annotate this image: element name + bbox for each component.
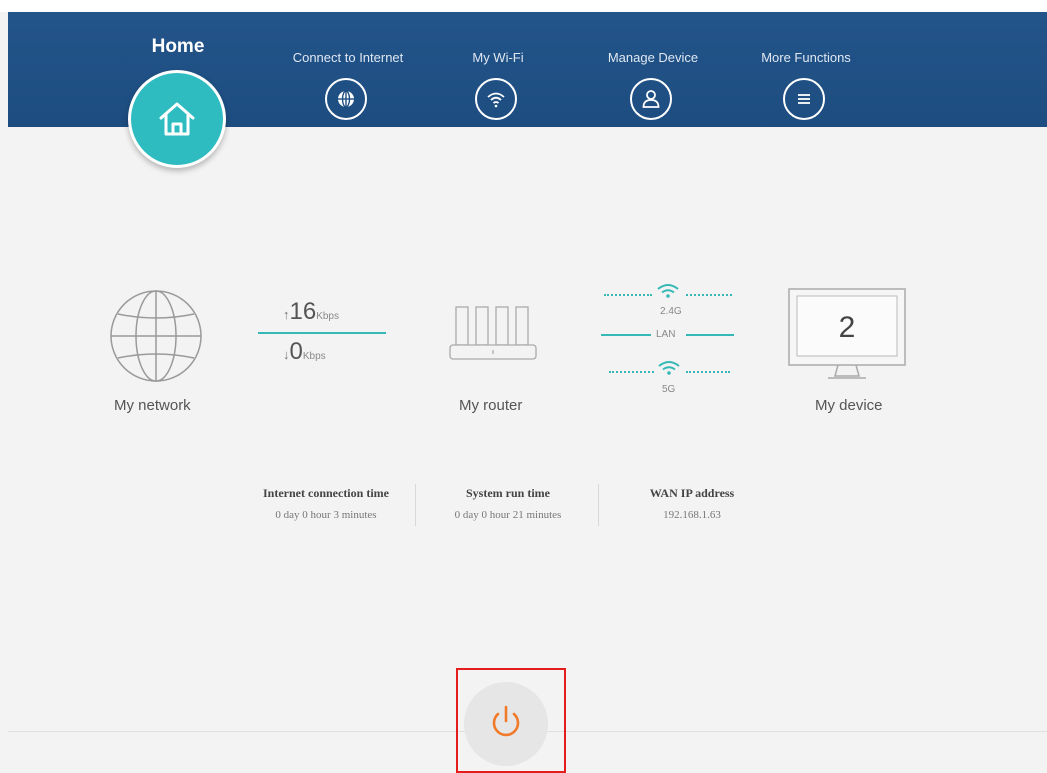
band2-label: 5G <box>662 384 676 395</box>
user-icon <box>630 78 672 120</box>
globe-icon <box>325 78 367 120</box>
nav-my-wifi[interactable]: My Wi-Fi <box>418 12 578 120</box>
nav-label: My Wi-Fi <box>472 50 524 65</box>
upload-speed: ↑16Kbps <box>283 298 339 326</box>
nav-home-button[interactable] <box>128 70 226 168</box>
top-strip <box>0 0 1047 12</box>
band1-dots-right <box>686 294 732 296</box>
upload-value: 16 <box>289 298 317 325</box>
nav-home-label: Home <box>151 36 205 57</box>
stat-internet-connection-time: Internet connection time 0 day 0 hour 3 … <box>238 486 414 521</box>
upload-unit: Kbps <box>316 311 339 322</box>
stat-system-run-time: System run time 0 day 0 hour 21 minutes <box>420 486 596 521</box>
stat-value: 0 day 0 hour 21 minutes <box>454 509 562 521</box>
my-device-label: My device <box>815 397 883 414</box>
stat-value: 192.168.1.63 <box>663 509 721 521</box>
my-network-label: My network <box>114 397 191 414</box>
lan-label: LAN <box>656 329 676 340</box>
download-value: 0 <box>289 338 303 365</box>
band1-dots-left <box>604 294 652 296</box>
menu-icon <box>783 78 825 120</box>
wifi-5g-icon <box>656 357 682 382</box>
stat-value: 0 day 0 hour 3 minutes <box>275 509 377 521</box>
wifi-icon <box>475 78 517 120</box>
device-count: 2 <box>838 311 856 344</box>
download-unit: Kbps <box>302 351 326 362</box>
highlight-box <box>456 668 566 773</box>
home-icon <box>159 102 195 136</box>
stat-title: Internet connection time <box>263 486 389 500</box>
my-network-globe-icon[interactable] <box>108 288 204 389</box>
nav-connect-to-internet[interactable]: Connect to Internet <box>268 12 428 120</box>
my-device-monitor[interactable]: 2 <box>788 288 906 384</box>
stat-divider <box>415 484 416 526</box>
band1-label: 2.4G <box>660 306 682 317</box>
router-icon[interactable] <box>448 303 538 370</box>
my-router-label: My router <box>459 397 523 414</box>
nav-label: More Functions <box>761 50 851 65</box>
stat-title: System run time <box>466 486 550 500</box>
band2-dots-right <box>686 371 730 373</box>
nav-label: Connect to Internet <box>292 50 404 65</box>
nav-label: Manage Device <box>607 50 699 65</box>
stat-wan-ip-address: WAN IP address 192.168.1.63 <box>604 486 780 521</box>
wifi-2g-icon <box>655 280 681 305</box>
band2-dots-left <box>609 371 654 373</box>
stat-title: WAN IP address <box>649 486 735 500</box>
lan-line-right <box>686 334 734 336</box>
download-speed: ↓0Kbps <box>283 338 326 366</box>
lan-line-left <box>601 334 651 336</box>
stat-divider <box>598 484 599 526</box>
speed-divider <box>258 332 386 334</box>
nav-more-functions[interactable]: More Functions <box>726 12 886 120</box>
nav-manage-device[interactable]: Manage Device <box>573 12 733 120</box>
